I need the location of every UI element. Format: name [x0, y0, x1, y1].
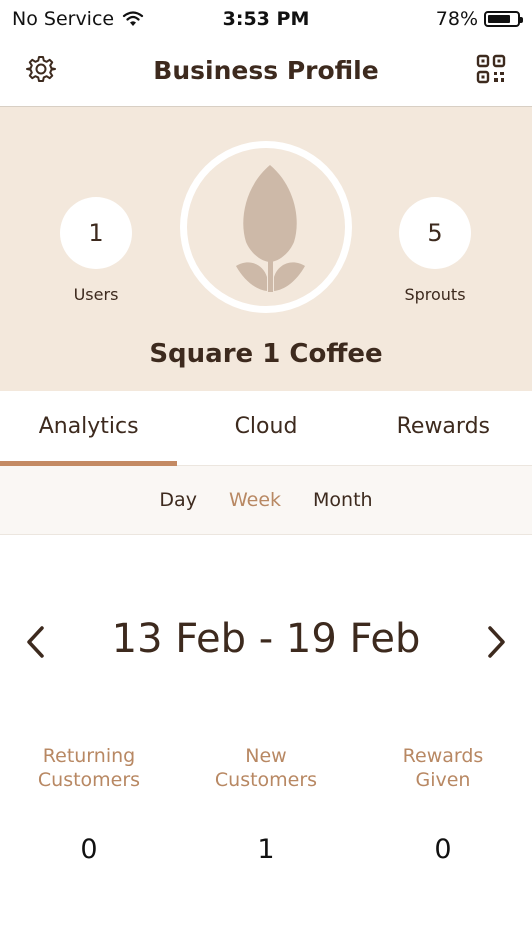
- status-bar: No Service 3:53 PM 78%: [0, 0, 532, 38]
- metric-value: 0: [434, 834, 452, 865]
- battery-percent: 78%: [435, 8, 478, 30]
- tab-cloud[interactable]: Cloud: [177, 391, 354, 465]
- date-range-row: 13 Feb - 19 Feb: [0, 610, 532, 674]
- tab-analytics[interactable]: Analytics: [0, 391, 178, 466]
- sprouts-label: Sprouts: [404, 285, 466, 304]
- date-range: 13 Feb - 19 Feb: [111, 616, 421, 662]
- battery-fill: [488, 15, 510, 23]
- sprouts-count-badge: 5: [399, 197, 471, 269]
- avatar-inner: [187, 148, 345, 306]
- metric-returning-customers: Returning Customers 0: [0, 744, 178, 865]
- metric-value: 0: [80, 834, 98, 865]
- period-selector: Day Week Month: [0, 466, 532, 535]
- tab-rewards[interactable]: Rewards: [355, 391, 532, 465]
- sprout-leaf-icon: [236, 165, 305, 292]
- page-title: Business Profile: [153, 56, 379, 85]
- nav-bar: Business Profile: [0, 38, 532, 107]
- chevron-right-icon[interactable]: [482, 624, 510, 660]
- metric-new-customers: New Customers 1: [177, 744, 355, 865]
- profile-header: 1 Users 5 Sprouts Square 1 Coffee: [0, 107, 532, 391]
- period-week[interactable]: Week: [229, 489, 281, 511]
- business-avatar[interactable]: [180, 141, 352, 313]
- metric-label: Returning Customers: [37, 745, 141, 791]
- metric-label: New Customers: [214, 745, 318, 791]
- business-name: Square 1 Coffee: [149, 339, 383, 369]
- status-right: 78%: [435, 8, 523, 30]
- users-label: Users: [73, 285, 119, 304]
- battery-tip: [520, 17, 523, 23]
- period-day[interactable]: Day: [159, 489, 197, 511]
- qr-code-icon[interactable]: [476, 54, 506, 84]
- users-count-badge: 1: [60, 197, 132, 269]
- metric-value: 1: [257, 834, 275, 865]
- status-left: No Service: [12, 8, 144, 30]
- metric-rewards-given: Rewards Given 0: [354, 744, 532, 865]
- period-month[interactable]: Month: [313, 489, 373, 511]
- metric-label: Rewards Given: [402, 745, 484, 791]
- tab-bar: Analytics Cloud Rewards: [0, 391, 532, 466]
- tab-rewards-label: Rewards: [396, 413, 491, 439]
- tab-cloud-label: Cloud: [234, 413, 298, 439]
- battery-icon: [484, 11, 523, 27]
- carrier-text: No Service: [12, 8, 115, 30]
- wifi-icon: [123, 11, 144, 26]
- tab-analytics-label: Analytics: [38, 413, 139, 439]
